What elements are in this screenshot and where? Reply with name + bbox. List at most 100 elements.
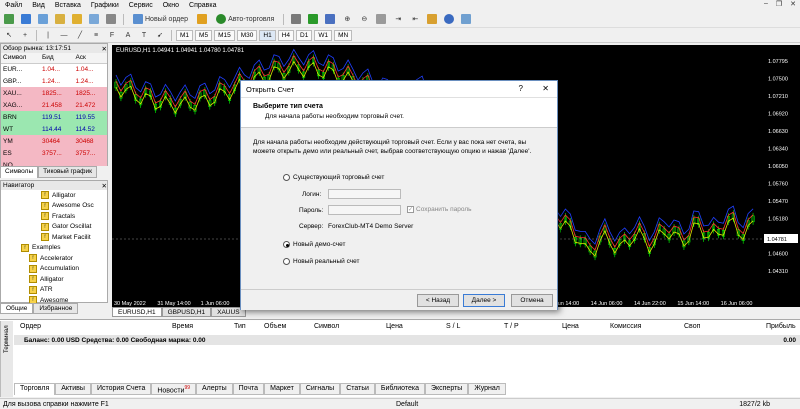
help-icon[interactable]: ? [519,84,523,93]
terminal-tab[interactable]: Торговля [14,383,56,395]
timeframe-m30[interactable]: M30 [236,29,258,41]
col-symbol[interactable]: Символ [1,53,40,64]
candles-button[interactable] [306,12,320,26]
next-button[interactable]: Далее > [463,294,505,307]
market-watch-row[interactable]: XAU... 1825... 1825... [1,87,107,99]
navigator-item[interactable]: f Fractals [1,211,107,222]
password-input[interactable] [328,205,401,215]
menu-view[interactable]: Вид [27,2,50,9]
terminal-tab[interactable]: Эксперты [424,383,469,395]
terminal-tab[interactable]: Библиотека [374,383,425,395]
navigator-item[interactable]: f Accumulation [1,264,107,275]
autotrade-button[interactable]: Авто-торговля [212,12,278,26]
tab-gbpusd-h1[interactable]: GBPUSD,H1 [161,307,212,317]
market-watch-row[interactable]: ES 3757... 3757... [1,147,107,159]
tab-common[interactable]: Общие [0,303,34,314]
terminal-tab[interactable]: История Счета [90,383,152,395]
tile-button[interactable] [374,12,388,26]
autoscroll-button[interactable]: ⇥ [391,12,405,26]
timeframe-mn[interactable]: MN [334,29,353,41]
navigator-button[interactable] [70,12,84,26]
periods-button[interactable] [442,12,456,26]
line-chart-button[interactable] [323,12,337,26]
text-button[interactable]: A [121,28,135,42]
navigator-item[interactable]: f Awesome Osc [1,201,107,212]
close-icon[interactable]: ✕ [102,182,107,190]
navigator-item[interactable]: f Alligator [1,274,107,285]
menu-tools[interactable]: Сервис [124,2,158,9]
col-time[interactable]: Время [172,323,193,330]
navigator-item[interactable]: f Alligator [1,190,107,201]
cancel-button[interactable]: Отмена [511,294,553,307]
navigator-item[interactable]: f ATR [1,285,107,296]
terminal-tab[interactable]: Почта [232,383,265,395]
col-bid[interactable]: Бид [39,53,74,64]
timeframe-m5[interactable]: M5 [195,29,213,41]
data-window-button[interactable] [53,12,67,26]
profiles-button[interactable] [19,12,33,26]
zoom-in-button[interactable]: ⊕ [340,12,354,26]
terminal-tab[interactable]: Активы [55,383,91,395]
new-order-button[interactable]: Новый ордер [129,12,192,26]
col-swap[interactable]: Своп [684,323,700,330]
col-price[interactable]: Цена [386,323,403,330]
navigator-item[interactable]: f Market Facilit [1,232,107,243]
close-icon[interactable]: ✕ [542,84,549,93]
radio-existing-account[interactable]: Существующий торговый счет [283,174,384,181]
tab-eurusd-h1[interactable]: EURUSD,H1 [112,307,162,317]
col-symbol[interactable]: Символ [314,323,339,330]
market-watch-row[interactable]: YM 30464 30468 [1,135,107,147]
timeframe-m15[interactable]: M15 [214,29,235,41]
market-watch-row[interactable]: WT 114.44 114.52 [1,123,107,135]
terminal-tab[interactable]: Маркет [264,383,300,395]
tester-button[interactable] [104,12,118,26]
terminal-tab[interactable]: Сигналы [299,383,341,395]
terminal-button[interactable] [87,12,101,26]
cursor-button[interactable]: ↖ [2,28,16,42]
minimize-icon[interactable]: – [764,0,768,11]
balance-row[interactable]: Баланс: 0.00 USD Средства: 0.00 Свободна… [14,335,800,345]
navigator-item[interactable]: f Gator Oscillat [1,222,107,233]
radio-demo-account[interactable]: Новый демо-счет [283,241,345,248]
close-icon[interactable]: ✕ [102,45,107,53]
timeframe-d1[interactable]: D1 [296,29,313,41]
arrow-button[interactable]: ➹ [153,28,167,42]
market-watch-row[interactable]: XAG... 21.458 21.472 [1,99,107,111]
navigator-item[interactable]: f Examples [1,243,107,254]
chart-shift-button[interactable]: ⇤ [408,12,422,26]
navigator-item[interactable]: f Accelerator [1,253,107,264]
templates-button[interactable] [459,12,473,26]
crosshair-button[interactable]: + [18,28,32,42]
terminal-tab[interactable]: Статьи [340,383,375,395]
timeframe-w1[interactable]: W1 [314,29,333,41]
save-password-checkbox[interactable]: ✓ Сохранить пароль [407,206,472,213]
col-volume[interactable]: Объем [264,323,286,330]
close-icon[interactable]: ✕ [790,0,796,11]
col-tp[interactable]: T / P [504,323,519,330]
col-ask[interactable]: Аск [73,53,107,64]
timeframe-h4[interactable]: H4 [277,29,294,41]
tab-tick-chart[interactable]: Тиковый график [38,166,97,178]
col-type[interactable]: Тип [234,323,246,330]
menu-help[interactable]: Справка [184,2,221,9]
label-button[interactable]: T [137,28,151,42]
menu-window[interactable]: Окно [158,2,184,9]
menu-charts[interactable]: Графики [86,2,124,9]
zoom-out-button[interactable]: ⊖ [357,12,371,26]
tab-symbols[interactable]: Символы [0,166,39,178]
radio-real-account[interactable]: Новый реальный счет [283,258,360,265]
menu-insert[interactable]: Вставка [50,2,86,9]
terminal-tab[interactable]: Новости99 [151,383,197,395]
fibo-button[interactable]: F [105,28,119,42]
channel-button[interactable]: ≡ [89,28,103,42]
market-watch-row[interactable]: EUR... 1.04... 1.04... [1,63,107,75]
timeframe-h1[interactable]: H1 [259,29,276,41]
login-input[interactable] [328,189,401,199]
market-watch-button[interactable] [36,12,50,26]
terminal-tab[interactable]: Журнал [468,383,506,395]
new-chart-button[interactable] [2,12,16,26]
trendline-button[interactable]: ╱ [73,28,87,42]
timeframe-m1[interactable]: M1 [176,29,194,41]
menu-file[interactable]: Файл [0,2,27,9]
tab-favorites[interactable]: Избранное [33,303,79,314]
